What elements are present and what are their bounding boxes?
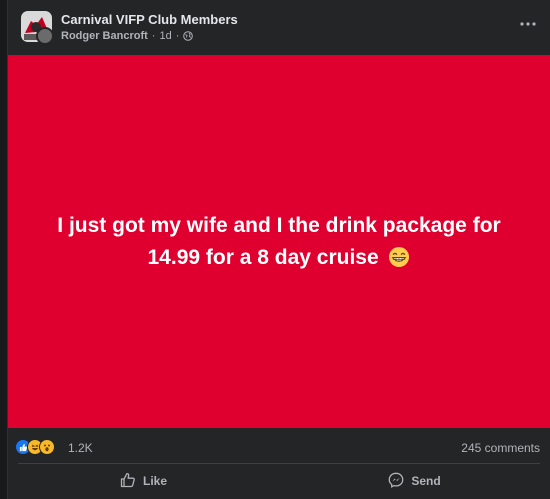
comments-count-link[interactable]: 245 comments xyxy=(461,441,540,455)
actions-divider xyxy=(18,463,540,464)
send-label: Send xyxy=(411,474,441,488)
post-content[interactable]: I just got my wife and I the drink packa… xyxy=(8,55,550,428)
post-text-line-2: 14.99 for a 8 day cruise xyxy=(147,245,379,269)
like-label: Like xyxy=(142,474,167,488)
author-avatar[interactable] xyxy=(36,27,54,45)
post-text-line-2-wrap: 14.99 for a 8 day cruise xyxy=(19,242,539,274)
group-name-link[interactable]: Carnival VIFP Club Members xyxy=(61,12,238,27)
post-meta: Rodger Bancroft · 1d · xyxy=(61,30,194,42)
post-stats: 1.2K 245 comments xyxy=(8,436,550,458)
messenger-icon xyxy=(388,472,404,491)
like-button[interactable]: Like xyxy=(8,466,279,496)
reactions-count[interactable]: 1.2K xyxy=(68,441,93,455)
thumbs-up-icon xyxy=(120,472,136,491)
post-header: Carnival VIFP Club Members Rodger Bancro… xyxy=(8,0,550,55)
post-text-line-1: I just got my wife and I the drink packa… xyxy=(57,213,501,237)
reaction-summary[interactable] xyxy=(15,439,55,455)
send-button[interactable]: Send xyxy=(279,466,550,496)
post-card: Carnival VIFP Club Members Rodger Bancro… xyxy=(7,0,550,499)
meta-separator: · xyxy=(151,30,156,42)
grinning-emoji-icon xyxy=(388,246,410,268)
author-name-link[interactable]: Rodger Bancroft xyxy=(61,30,148,42)
meta-separator: · xyxy=(175,30,180,42)
more-options-icon[interactable] xyxy=(516,14,540,34)
wow-icon xyxy=(39,439,55,455)
globe-icon xyxy=(183,31,194,41)
post-text: I just got my wife and I the drink packa… xyxy=(19,210,539,274)
post-actions: Like Send xyxy=(8,466,550,496)
post-timestamp[interactable]: 1d xyxy=(159,30,171,42)
